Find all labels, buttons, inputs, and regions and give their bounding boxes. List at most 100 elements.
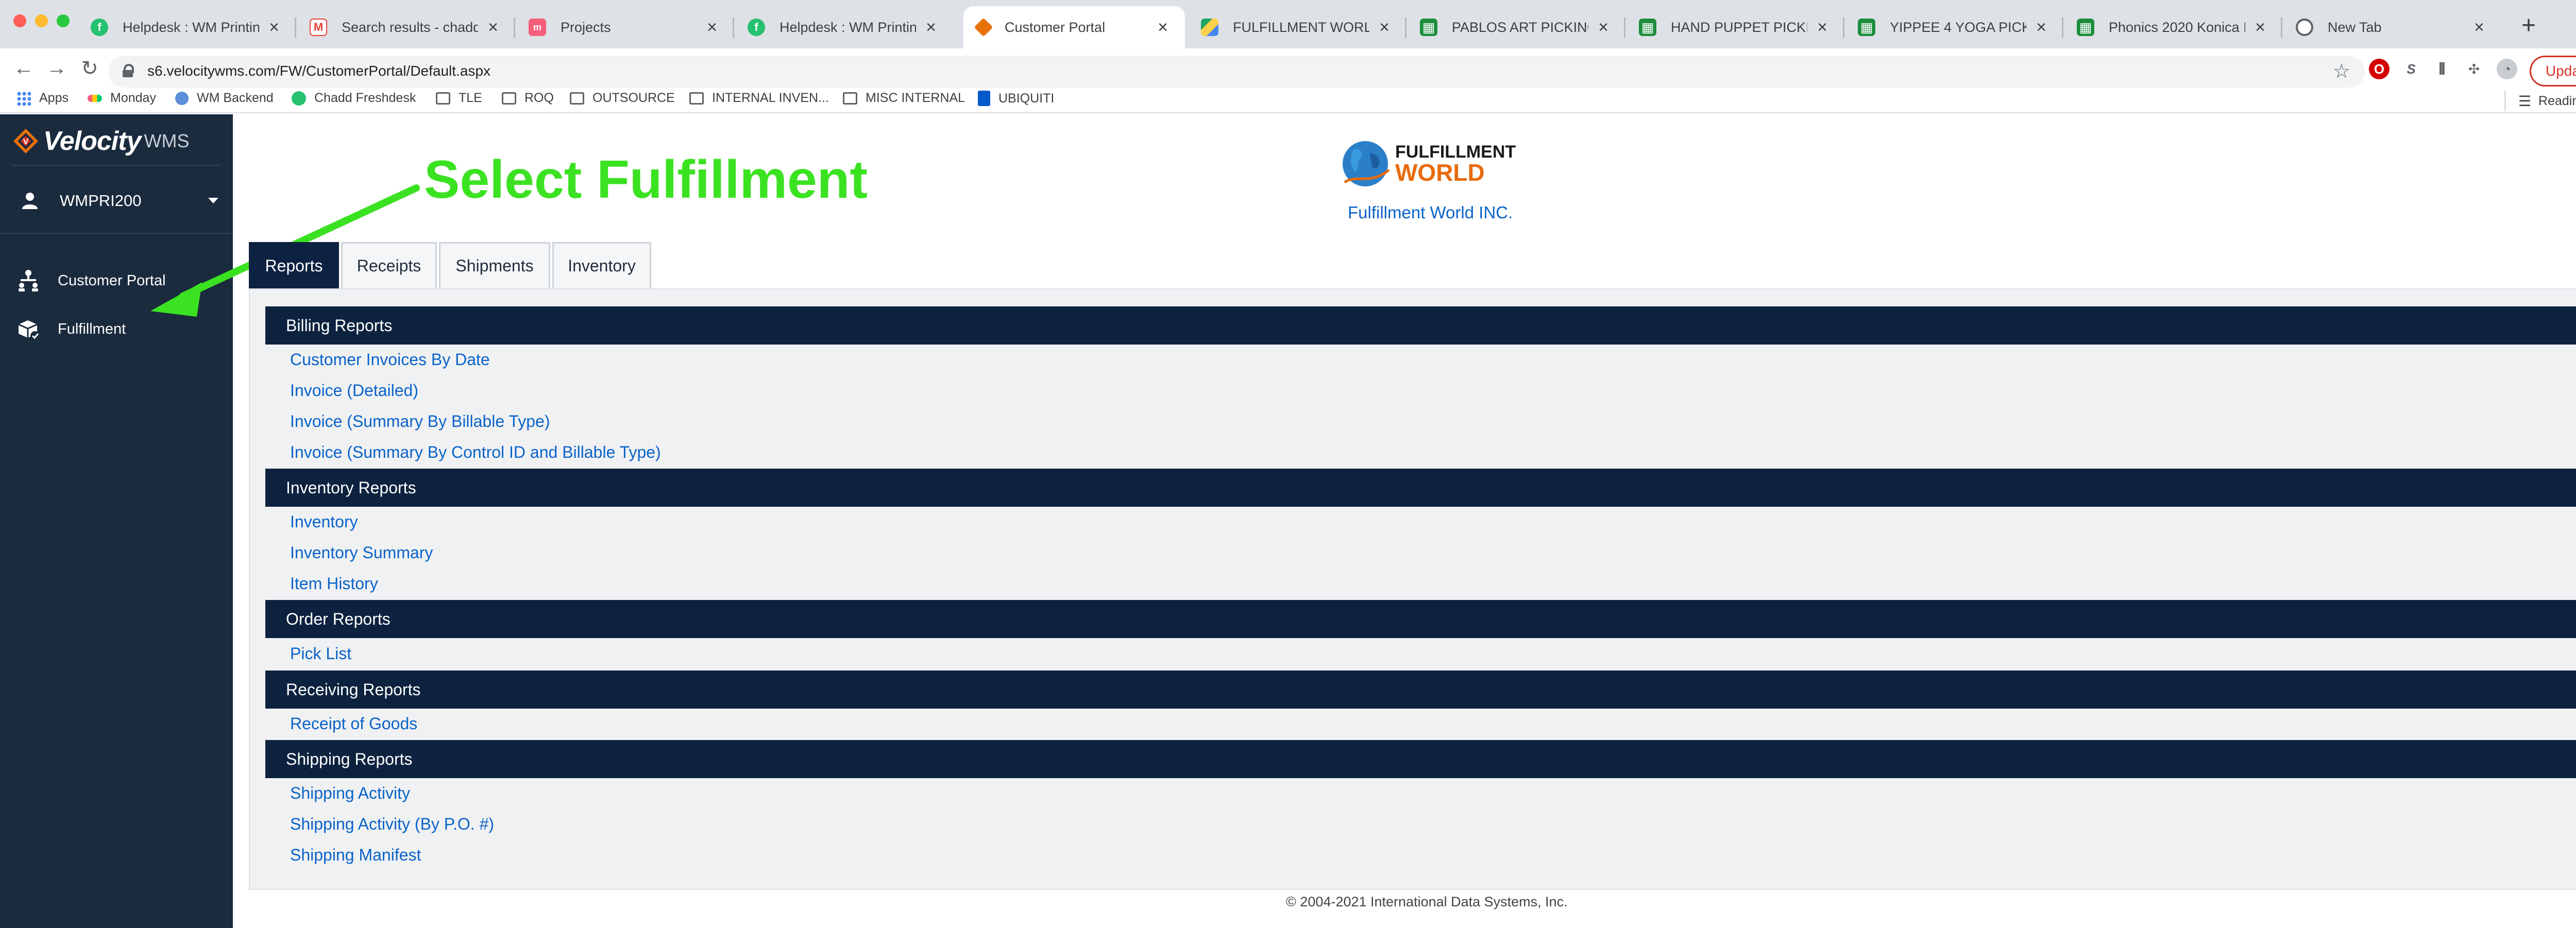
browser-tab-active[interactable]: Customer Portal × <box>963 6 1185 48</box>
close-tab-icon[interactable]: × <box>2032 18 2050 38</box>
report-link[interactable]: Customer Invoices By Date <box>290 350 490 369</box>
close-tab-icon[interactable]: × <box>1814 18 1831 38</box>
copyright-footer: © 2004-2021 International Data Systems, … <box>1286 894 1568 909</box>
fulfillment-box-icon <box>18 320 40 340</box>
profile-avatar-icon[interactable]: ◔ <box>2497 59 2517 79</box>
freshdesk-icon: f <box>748 19 765 36</box>
close-tab-icon[interactable]: × <box>2251 18 2269 38</box>
close-tab-icon[interactable]: × <box>2470 18 2488 38</box>
sidebar-divider <box>0 233 233 234</box>
report-link[interactable]: Item History <box>290 574 378 593</box>
bookmark-folder-outsource[interactable]: OUTSOURCE <box>570 91 675 106</box>
sidebar-item-label: Fulfillment <box>58 320 126 337</box>
bar-extension-icon[interactable]: ⫼ <box>2432 59 2452 79</box>
update-button[interactable]: Update ⋮ <box>2530 56 2576 87</box>
address-bar[interactable]: s6.velocitywms.com/FW/CustomerPortal/Def… <box>108 56 2365 88</box>
folder-icon <box>436 92 450 105</box>
portal-tabs: Reports Receipts Shipments Inventory <box>249 242 653 288</box>
report-link[interactable]: Receipt of Goods <box>290 714 417 733</box>
google-sheets-icon: ▦ <box>1639 19 1656 36</box>
app-sidebar: V Velocity WMS WMPRI200 Customer Portal <box>0 114 233 928</box>
logo-divider <box>11 165 222 166</box>
google-drive-icon <box>1201 19 1218 36</box>
sidebar-item-label: Customer Portal <box>58 272 166 289</box>
bookmark-folder-internal-inventory[interactable]: INTERNAL INVEN... <box>689 91 829 106</box>
bookmarks-bar: Apps Monday WM Backend Chadd Freshdesk T… <box>0 84 2576 115</box>
bookmark-ubiquiti[interactable]: UBIQUITI <box>978 91 1054 106</box>
svg-text:V: V <box>23 138 29 146</box>
forward-arrow-icon[interactable]: → <box>41 57 72 80</box>
report-link[interactable]: Shipping Activity (By P.O. #) <box>290 815 494 834</box>
section-receiving-reports: Receiving Reports <box>265 671 2576 709</box>
close-tab-icon[interactable]: × <box>922 18 940 38</box>
bookmark-folder-roq[interactable]: ROQ <box>502 91 554 106</box>
folder-icon <box>689 92 704 105</box>
s-extension-icon[interactable]: S <box>2401 59 2421 79</box>
browser-tab[interactable]: ▦ PABLOS ART PICKING SH × <box>1406 6 1625 48</box>
browser-tab[interactable]: f Helpdesk : WM Printing × <box>77 6 296 48</box>
report-link[interactable]: Invoice (Summary By Control ID and Billa… <box>290 443 661 462</box>
browser-tab[interactable]: m Projects × <box>515 6 734 48</box>
browser-tab[interactable]: New Tab × <box>2282 6 2501 48</box>
sidebar-item-customer-portal[interactable]: Customer Portal <box>0 257 233 304</box>
close-tab-icon[interactable]: × <box>1154 18 1172 38</box>
bookmark-wm-backend[interactable]: WM Backend <box>175 91 274 106</box>
browser-tab[interactable]: ▦ HAND PUPPET PICKING S × <box>1625 6 1844 48</box>
close-window-button[interactable] <box>13 14 26 27</box>
browser-tab[interactable]: ▦ YIPPEE 4 YOGA PICKING × <box>1844 6 2063 48</box>
folder-icon <box>570 92 584 105</box>
tab-inventory[interactable]: Inventory <box>552 242 651 288</box>
tab-title: Helpdesk : WM Printing <box>779 19 916 35</box>
bookmark-folder-tle[interactable]: TLE <box>436 91 482 106</box>
opera-extension-icon[interactable]: O <box>2369 59 2389 79</box>
report-link[interactable]: Shipping Manifest <box>290 846 421 865</box>
bookmark-monday[interactable]: Monday <box>88 91 156 106</box>
monday-icon: m <box>529 19 546 36</box>
bookmark-folder-misc-internal[interactable]: MISC INTERNAL <box>843 91 965 106</box>
minimize-window-button[interactable] <box>35 14 48 27</box>
browser-tab[interactable]: ▦ Phonics 2020 Konica Inve × <box>2063 6 2282 48</box>
reading-list-button[interactable]: ☰ Reading List <box>2504 91 2576 111</box>
close-tab-icon[interactable]: × <box>484 18 502 38</box>
reload-icon[interactable]: ↻ <box>74 57 105 80</box>
gmail-icon: M <box>310 19 327 36</box>
url-text[interactable]: s6.velocitywms.com/FW/CustomerPortal/Def… <box>147 63 490 79</box>
freshdesk-icon: f <box>91 19 108 36</box>
close-tab-icon[interactable]: × <box>265 18 283 38</box>
tab-shipments[interactable]: Shipments <box>439 242 550 288</box>
bookmark-apps[interactable]: Apps <box>16 91 69 106</box>
tab-title: YIPPEE 4 YOGA PICKING <box>1890 19 2026 35</box>
new-tab-button[interactable]: + <box>2514 11 2543 40</box>
report-link[interactable]: Inventory <box>290 512 358 531</box>
tab-reports[interactable]: Reports <box>249 242 339 288</box>
freshdesk-icon <box>292 91 306 106</box>
bookmark-star-icon[interactable]: ☆ <box>2333 60 2350 83</box>
brand-line-1: FULFILLMENT <box>1395 142 1516 162</box>
sidebar-item-fulfillment[interactable]: Fulfillment <box>0 306 233 352</box>
close-tab-icon[interactable]: × <box>703 18 721 38</box>
tab-receipts[interactable]: Receipts <box>341 242 437 288</box>
google-sheets-icon: ▦ <box>1420 19 1437 36</box>
google-sheets-icon: ▦ <box>2077 19 2094 36</box>
browser-tab[interactable]: M Search results - chadd@w × <box>296 6 515 48</box>
report-link[interactable]: Invoice (Detailed) <box>290 381 418 400</box>
caret-down-icon <box>208 198 218 203</box>
back-arrow-icon[interactable]: ← <box>8 57 39 80</box>
apps-grid-icon <box>16 91 31 106</box>
reading-list-icon: ☰ <box>2518 93 2532 109</box>
velocity-wms-logo[interactable]: V Velocity WMS <box>11 126 189 157</box>
close-tab-icon[interactable]: × <box>1595 18 1612 38</box>
user-menu[interactable]: WMPRI200 <box>0 176 233 226</box>
close-tab-icon[interactable]: × <box>1376 18 1393 38</box>
zoom-window-button[interactable] <box>57 14 70 27</box>
report-link[interactable]: Inventory Summary <box>290 543 433 562</box>
tab-title: PABLOS ART PICKING SH <box>1452 19 1588 35</box>
browser-tab[interactable]: FULFILLMENT WORLD - D × <box>1188 6 1406 48</box>
org-chart-icon <box>19 270 38 291</box>
puzzle-extensions-icon[interactable]: ✣ <box>2464 59 2484 79</box>
bookmark-chadd-freshdesk[interactable]: Chadd Freshdesk <box>292 91 416 106</box>
report-link[interactable]: Pick List <box>290 644 351 663</box>
report-link[interactable]: Shipping Activity <box>290 784 410 803</box>
browser-tab[interactable]: f Helpdesk : WM Printing × <box>734 6 953 48</box>
report-link[interactable]: Invoice (Summary By Billable Type) <box>290 412 550 431</box>
